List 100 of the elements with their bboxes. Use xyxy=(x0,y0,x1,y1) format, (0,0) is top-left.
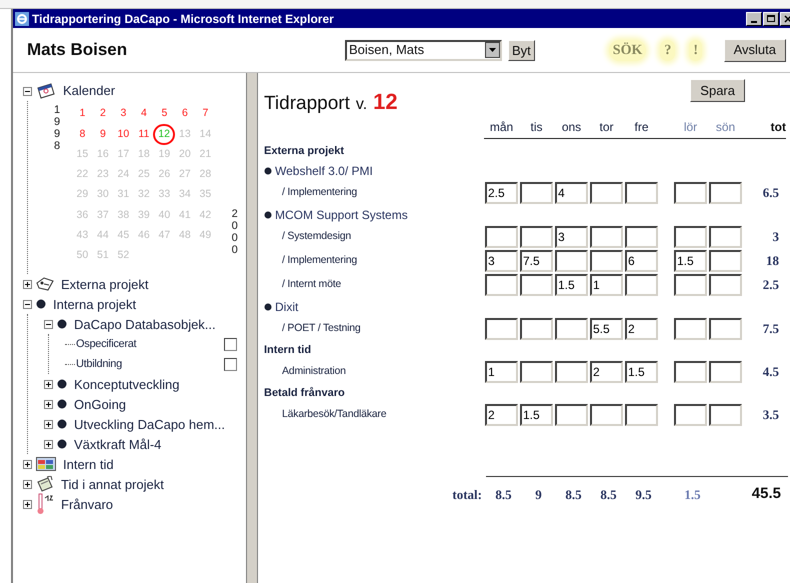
hours-field[interactable] xyxy=(625,274,658,296)
week-number[interactable]: 7 xyxy=(195,104,216,124)
hours-field[interactable]: 6 xyxy=(625,250,658,272)
tree-item[interactable]: Kalender xyxy=(63,81,116,101)
tree-item[interactable]: Ospecificerat xyxy=(76,336,224,353)
week-number[interactable]: 3 xyxy=(113,104,134,124)
hours-field[interactable] xyxy=(709,404,742,426)
tree-item[interactable]: Interna projekt xyxy=(53,294,136,314)
hours-field[interactable] xyxy=(555,404,588,426)
hours-field[interactable] xyxy=(520,182,553,204)
tree-item[interactable]: OnGoing xyxy=(74,394,126,414)
tree-item[interactable]: Intern tid xyxy=(63,454,114,474)
expand-icon[interactable] xyxy=(23,480,32,489)
hours-field[interactable]: 1.5 xyxy=(625,361,658,383)
week-number[interactable]: 11 xyxy=(134,124,154,145)
expand-icon[interactable] xyxy=(44,420,53,429)
hours-field[interactable] xyxy=(520,226,553,248)
hours-field[interactable]: 2 xyxy=(625,318,658,340)
toolbar-link[interactable]: SÖK xyxy=(608,40,646,60)
hours-field[interactable] xyxy=(709,226,742,248)
hours-field[interactable] xyxy=(485,226,518,248)
minimize-button[interactable] xyxy=(746,12,762,26)
day-total: 8.5 xyxy=(565,486,582,504)
hours-field[interactable] xyxy=(674,274,707,296)
hours-field[interactable] xyxy=(485,318,518,340)
hours-field[interactable] xyxy=(709,274,742,296)
hours-field[interactable] xyxy=(709,182,742,204)
checkbox[interactable] xyxy=(224,338,237,351)
hours-field[interactable] xyxy=(520,318,553,340)
hours-field[interactable]: 5.5 xyxy=(590,318,623,340)
tree-item[interactable]: Externa projekt xyxy=(61,274,148,294)
toolbar-link[interactable]: ! xyxy=(689,40,702,60)
hours-field[interactable]: 1 xyxy=(590,274,623,296)
expand-icon[interactable] xyxy=(44,440,53,449)
tree-item[interactable]: DaCapo Databasobjek... xyxy=(74,314,216,334)
tree-item[interactable]: Konceptutveckling xyxy=(74,374,180,394)
week-number[interactable]: 9 xyxy=(92,124,114,145)
hours-field[interactable]: 2 xyxy=(485,404,518,426)
toolbar-link[interactable]: ? xyxy=(660,40,676,60)
tree-item[interactable]: Utveckling DaCapo hem... xyxy=(74,414,226,434)
hours-field[interactable]: 2 xyxy=(590,361,623,383)
hours-field[interactable] xyxy=(555,250,588,272)
hours-field[interactable]: 1 xyxy=(485,361,518,383)
hours-field[interactable] xyxy=(520,274,553,296)
user-select[interactable]: Boisen, Mats xyxy=(345,40,502,60)
tree-item[interactable]: Frånvaro xyxy=(61,494,114,514)
hours-field[interactable] xyxy=(520,361,553,383)
hours-field[interactable]: 1.5 xyxy=(674,250,707,272)
splitter[interactable] xyxy=(246,73,258,583)
collapse-icon[interactable] xyxy=(44,320,53,329)
hours-field[interactable] xyxy=(590,226,623,248)
expand-icon[interactable] xyxy=(23,500,32,509)
maximize-button[interactable] xyxy=(763,12,779,26)
checkbox[interactable] xyxy=(224,358,237,371)
hours-field[interactable]: 7.5 xyxy=(520,250,553,272)
collapse-icon[interactable] xyxy=(23,86,32,96)
hours-field[interactable]: 1.5 xyxy=(520,404,553,426)
switch-button[interactable]: Byt xyxy=(508,40,535,60)
hours-field[interactable] xyxy=(625,182,658,204)
report-title: Tidrapport xyxy=(264,92,350,116)
hours-field[interactable] xyxy=(674,404,707,426)
expand-icon[interactable] xyxy=(44,380,53,389)
current-week[interactable]: 12 xyxy=(153,124,176,146)
tree-item[interactable]: Växtkraft Mål-4 xyxy=(74,434,162,454)
week-number[interactable]: 1 xyxy=(72,104,93,124)
hours-field[interactable] xyxy=(674,318,707,340)
hours-field[interactable]: 2.5 xyxy=(485,182,518,204)
week-number[interactable]: 10 xyxy=(113,124,134,145)
hours-field[interactable] xyxy=(555,361,588,383)
hours-field[interactable] xyxy=(709,361,742,383)
week-number[interactable]: 6 xyxy=(174,104,196,124)
week-number[interactable]: 8 xyxy=(72,124,93,145)
week-number[interactable]: 5 xyxy=(154,104,175,124)
hours-field[interactable] xyxy=(590,182,623,204)
hours-field[interactable]: 4 xyxy=(555,182,588,204)
hours-field[interactable]: 3 xyxy=(555,226,588,248)
week-number[interactable]: 4 xyxy=(134,104,154,124)
hours-field[interactable] xyxy=(590,404,623,426)
expand-icon[interactable] xyxy=(44,400,53,409)
hours-field[interactable] xyxy=(625,404,658,426)
hours-field[interactable] xyxy=(674,361,707,383)
save-button[interactable]: Spara xyxy=(690,79,745,102)
tree-item[interactable]: Tid i annat projekt xyxy=(61,474,164,494)
hours-field[interactable]: 3 xyxy=(485,250,518,272)
expand-icon[interactable] xyxy=(23,280,32,289)
expand-icon[interactable] xyxy=(23,460,32,469)
hours-field[interactable] xyxy=(709,318,742,340)
logout-button[interactable]: Avsluta xyxy=(724,38,786,62)
hours-field[interactable] xyxy=(590,250,623,272)
hours-field[interactable] xyxy=(674,226,707,248)
day-header: lör xyxy=(684,119,698,136)
hours-field[interactable] xyxy=(625,226,658,248)
collapse-icon[interactable] xyxy=(23,300,32,309)
hours-field[interactable]: 1.5 xyxy=(555,274,588,296)
hours-field[interactable] xyxy=(674,182,707,204)
tree-item[interactable]: Utbildning xyxy=(76,356,224,373)
hours-field[interactable] xyxy=(485,274,518,296)
hours-field[interactable] xyxy=(709,250,742,272)
week-number[interactable]: 2 xyxy=(92,104,114,124)
hours-field[interactable] xyxy=(555,318,588,340)
